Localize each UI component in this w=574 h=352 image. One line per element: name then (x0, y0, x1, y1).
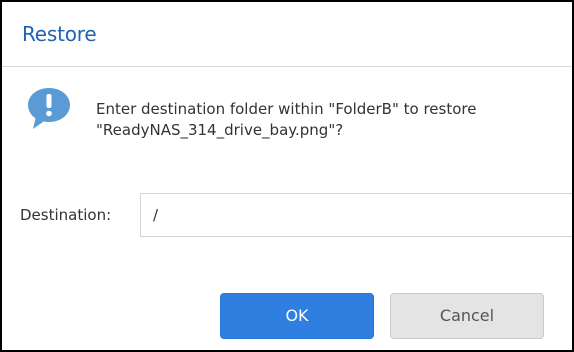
destination-label: Destination: (20, 206, 112, 224)
dialog-message: Enter destination folder within "FolderB… (96, 99, 556, 141)
message-line-2: "ReadyNAS_314_drive_bay.png"? (96, 121, 344, 139)
dialog-title: Restore (22, 22, 97, 46)
message-line-1: Enter destination folder within "FolderB… (96, 100, 477, 118)
cancel-button[interactable]: Cancel (390, 293, 544, 339)
dialog-title-bar: Restore (2, 2, 572, 67)
ok-button[interactable]: OK (220, 293, 374, 339)
restore-dialog: Restore Enter destination folder within … (0, 0, 574, 352)
info-speech-bubble-icon (28, 88, 70, 129)
destination-input[interactable] (140, 193, 572, 237)
